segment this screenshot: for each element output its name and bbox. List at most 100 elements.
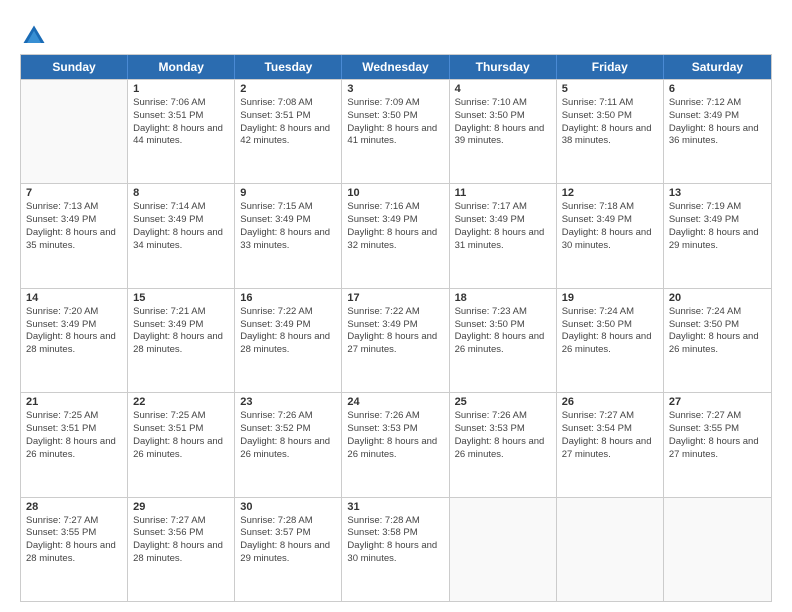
day-info: Sunrise: 7:24 AM Sunset: 3:50 PM Dayligh… <box>669 306 766 357</box>
calendar-cell: 6 Sunrise: 7:12 AM Sunset: 3:49 PM Daylig… <box>664 80 771 183</box>
day-number: 27 <box>669 396 766 408</box>
day-info: Sunrise: 7:27 AM Sunset: 3:54 PM Dayligh… <box>562 410 658 461</box>
day-info: Sunrise: 7:19 AM Sunset: 3:49 PM Dayligh… <box>669 201 766 252</box>
calendar-cell: 18 Sunrise: 7:23 AM Sunset: 3:50 PM Dayli… <box>450 289 557 392</box>
day-info: Sunrise: 7:21 AM Sunset: 3:49 PM Dayligh… <box>133 306 229 357</box>
calendar-row-3: 21 Sunrise: 7:25 AM Sunset: 3:51 PM Dayli… <box>21 392 771 496</box>
calendar-cell: 28 Sunrise: 7:27 AM Sunset: 3:55 PM Dayli… <box>21 498 128 601</box>
calendar-cell: 26 Sunrise: 7:27 AM Sunset: 3:54 PM Dayli… <box>557 393 664 496</box>
calendar-body: 1 Sunrise: 7:06 AM Sunset: 3:51 PM Daylig… <box>21 79 771 601</box>
day-number: 23 <box>240 396 336 408</box>
day-number: 7 <box>26 187 122 199</box>
day-number: 10 <box>347 187 443 199</box>
header-day-thursday: Thursday <box>450 55 557 79</box>
day-info: Sunrise: 7:08 AM Sunset: 3:51 PM Dayligh… <box>240 97 336 148</box>
day-number: 3 <box>347 83 443 95</box>
calendar-cell: 12 Sunrise: 7:18 AM Sunset: 3:49 PM Dayli… <box>557 184 664 287</box>
day-number: 16 <box>240 292 336 304</box>
day-number: 25 <box>455 396 551 408</box>
calendar-row-1: 7 Sunrise: 7:13 AM Sunset: 3:49 PM Daylig… <box>21 183 771 287</box>
day-info: Sunrise: 7:15 AM Sunset: 3:49 PM Dayligh… <box>240 201 336 252</box>
day-info: Sunrise: 7:26 AM Sunset: 3:53 PM Dayligh… <box>347 410 443 461</box>
day-number: 18 <box>455 292 551 304</box>
day-number: 17 <box>347 292 443 304</box>
day-info: Sunrise: 7:26 AM Sunset: 3:52 PM Dayligh… <box>240 410 336 461</box>
day-number: 2 <box>240 83 336 95</box>
day-number: 14 <box>26 292 122 304</box>
calendar-cell: 5 Sunrise: 7:11 AM Sunset: 3:50 PM Daylig… <box>557 80 664 183</box>
day-number: 11 <box>455 187 551 199</box>
calendar-cell: 22 Sunrise: 7:25 AM Sunset: 3:51 PM Dayli… <box>128 393 235 496</box>
day-number: 15 <box>133 292 229 304</box>
calendar-cell: 23 Sunrise: 7:26 AM Sunset: 3:52 PM Dayli… <box>235 393 342 496</box>
day-info: Sunrise: 7:16 AM Sunset: 3:49 PM Dayligh… <box>347 201 443 252</box>
day-info: Sunrise: 7:27 AM Sunset: 3:56 PM Dayligh… <box>133 515 229 566</box>
calendar-cell: 29 Sunrise: 7:27 AM Sunset: 3:56 PM Dayli… <box>128 498 235 601</box>
day-number: 19 <box>562 292 658 304</box>
day-info: Sunrise: 7:13 AM Sunset: 3:49 PM Dayligh… <box>26 201 122 252</box>
calendar-cell: 31Sunrise: 7:28 AM Sunset: 3:58 PM Dayli… <box>342 498 449 601</box>
calendar-cell: 7 Sunrise: 7:13 AM Sunset: 3:49 PM Daylig… <box>21 184 128 287</box>
day-info: Sunrise: 7:23 AM Sunset: 3:50 PM Dayligh… <box>455 306 551 357</box>
calendar-cell: 30 Sunrise: 7:28 AM Sunset: 3:57 PM Dayli… <box>235 498 342 601</box>
day-info: Sunrise: 7:11 AM Sunset: 3:50 PM Dayligh… <box>562 97 658 148</box>
day-number: 6 <box>669 83 766 95</box>
header-day-friday: Friday <box>557 55 664 79</box>
day-info: Sunrise: 7:10 AM Sunset: 3:50 PM Dayligh… <box>455 97 551 148</box>
calendar-cell: 3Sunrise: 7:09 AM Sunset: 3:50 PM Daylig… <box>342 80 449 183</box>
day-number: 28 <box>26 501 122 513</box>
day-info: Sunrise: 7:25 AM Sunset: 3:51 PM Dayligh… <box>26 410 122 461</box>
calendar-cell: 19 Sunrise: 7:24 AM Sunset: 3:50 PM Dayli… <box>557 289 664 392</box>
day-info: Sunrise: 7:06 AM Sunset: 3:51 PM Dayligh… <box>133 97 229 148</box>
calendar-cell <box>450 498 557 601</box>
day-info: Sunrise: 7:22 AM Sunset: 3:49 PM Dayligh… <box>240 306 336 357</box>
day-number: 13 <box>669 187 766 199</box>
day-info: Sunrise: 7:17 AM Sunset: 3:49 PM Dayligh… <box>455 201 551 252</box>
calendar-cell <box>557 498 664 601</box>
day-number: 26 <box>562 396 658 408</box>
day-number: 9 <box>240 187 336 199</box>
calendar-cell: 11 Sunrise: 7:17 AM Sunset: 3:49 PM Dayli… <box>450 184 557 287</box>
calendar-cell: 20 Sunrise: 7:24 AM Sunset: 3:50 PM Dayli… <box>664 289 771 392</box>
day-number: 8 <box>133 187 229 199</box>
header-day-wednesday: Wednesday <box>342 55 449 79</box>
day-number: 5 <box>562 83 658 95</box>
header-day-tuesday: Tuesday <box>235 55 342 79</box>
header-day-monday: Monday <box>128 55 235 79</box>
day-number: 22 <box>133 396 229 408</box>
logo <box>20 22 52 50</box>
page: SundayMondayTuesdayWednesdayThursdayFrid… <box>0 0 792 612</box>
calendar-cell <box>664 498 771 601</box>
day-info: Sunrise: 7:27 AM Sunset: 3:55 PM Dayligh… <box>26 515 122 566</box>
day-number: 30 <box>240 501 336 513</box>
calendar-row-2: 14 Sunrise: 7:20 AM Sunset: 3:49 PM Dayli… <box>21 288 771 392</box>
day-info: Sunrise: 7:12 AM Sunset: 3:49 PM Dayligh… <box>669 97 766 148</box>
calendar-cell: 4 Sunrise: 7:10 AM Sunset: 3:50 PM Daylig… <box>450 80 557 183</box>
day-info: Sunrise: 7:22 AM Sunset: 3:49 PM Dayligh… <box>347 306 443 357</box>
day-number: 4 <box>455 83 551 95</box>
calendar-cell: 17 Sunrise: 7:22 AM Sunset: 3:49 PM Dayli… <box>342 289 449 392</box>
day-info: Sunrise: 7:25 AM Sunset: 3:51 PM Dayligh… <box>133 410 229 461</box>
calendar-cell: 16 Sunrise: 7:22 AM Sunset: 3:49 PM Dayli… <box>235 289 342 392</box>
calendar-row-0: 1 Sunrise: 7:06 AM Sunset: 3:51 PM Daylig… <box>21 79 771 183</box>
calendar-cell: 27Sunrise: 7:27 AM Sunset: 3:55 PM Dayli… <box>664 393 771 496</box>
calendar-row-4: 28 Sunrise: 7:27 AM Sunset: 3:55 PM Dayli… <box>21 497 771 601</box>
day-info: Sunrise: 7:24 AM Sunset: 3:50 PM Dayligh… <box>562 306 658 357</box>
logo-icon <box>20 22 48 50</box>
day-info: Sunrise: 7:20 AM Sunset: 3:49 PM Dayligh… <box>26 306 122 357</box>
day-number: 1 <box>133 83 229 95</box>
day-number: 12 <box>562 187 658 199</box>
day-number: 29 <box>133 501 229 513</box>
calendar-cell: 8Sunrise: 7:14 AM Sunset: 3:49 PM Daylig… <box>128 184 235 287</box>
day-info: Sunrise: 7:28 AM Sunset: 3:57 PM Dayligh… <box>240 515 336 566</box>
day-number: 20 <box>669 292 766 304</box>
calendar-cell <box>21 80 128 183</box>
calendar-cell: 15 Sunrise: 7:21 AM Sunset: 3:49 PM Dayli… <box>128 289 235 392</box>
day-number: 31 <box>347 501 443 513</box>
day-info: Sunrise: 7:18 AM Sunset: 3:49 PM Dayligh… <box>562 201 658 252</box>
calendar-header: SundayMondayTuesdayWednesdayThursdayFrid… <box>21 55 771 79</box>
calendar: SundayMondayTuesdayWednesdayThursdayFrid… <box>20 54 772 602</box>
day-number: 21 <box>26 396 122 408</box>
header <box>20 18 772 50</box>
day-info: Sunrise: 7:26 AM Sunset: 3:53 PM Dayligh… <box>455 410 551 461</box>
